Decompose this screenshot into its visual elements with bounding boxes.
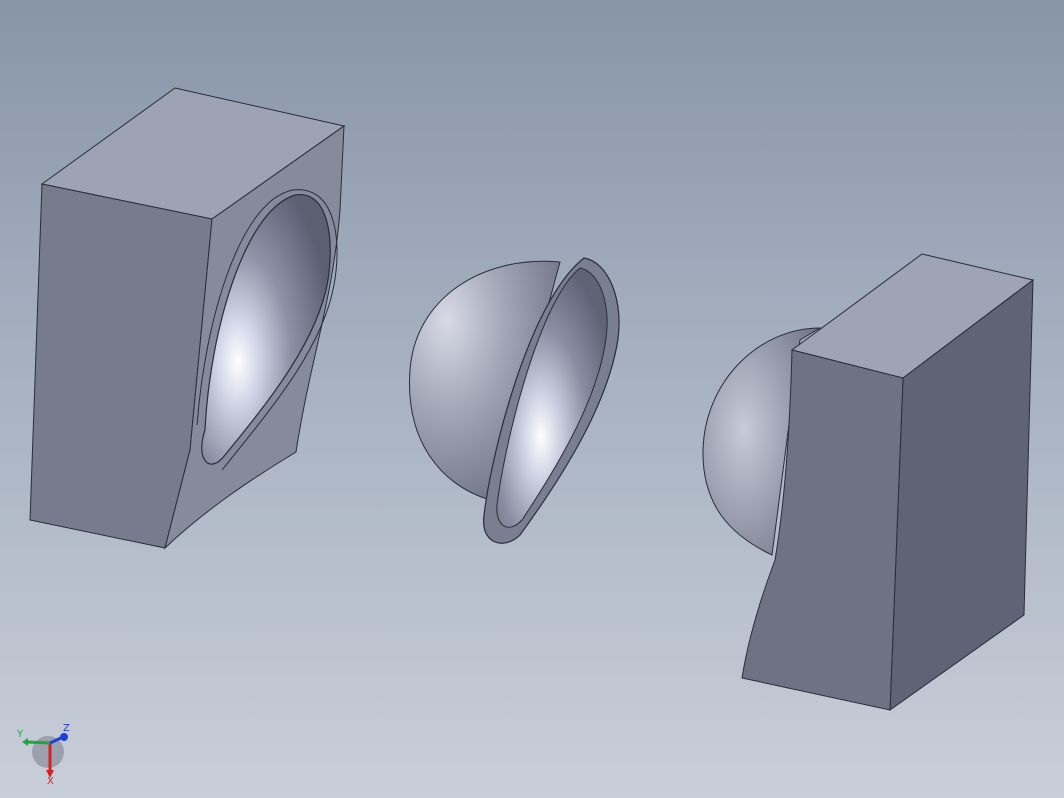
triad-y-label: Y bbox=[16, 729, 24, 740]
coordinate-triad: X Y Z bbox=[16, 723, 70, 787]
right-mold-block[interactable] bbox=[702, 253, 1035, 711]
model-scene[interactable]: X Y Z bbox=[0, 0, 1064, 798]
graphics-viewport[interactable]: X Y Z bbox=[0, 0, 1064, 798]
triad-y-axis bbox=[26, 740, 51, 745]
triad-sphere bbox=[32, 736, 64, 768]
triad-z-label: Z bbox=[63, 723, 70, 734]
center-dome-part[interactable] bbox=[409, 257, 620, 544]
triad-x-label: X bbox=[47, 776, 54, 787]
left-mold-block[interactable] bbox=[29, 87, 346, 550]
triad-z-tip bbox=[60, 733, 68, 741]
